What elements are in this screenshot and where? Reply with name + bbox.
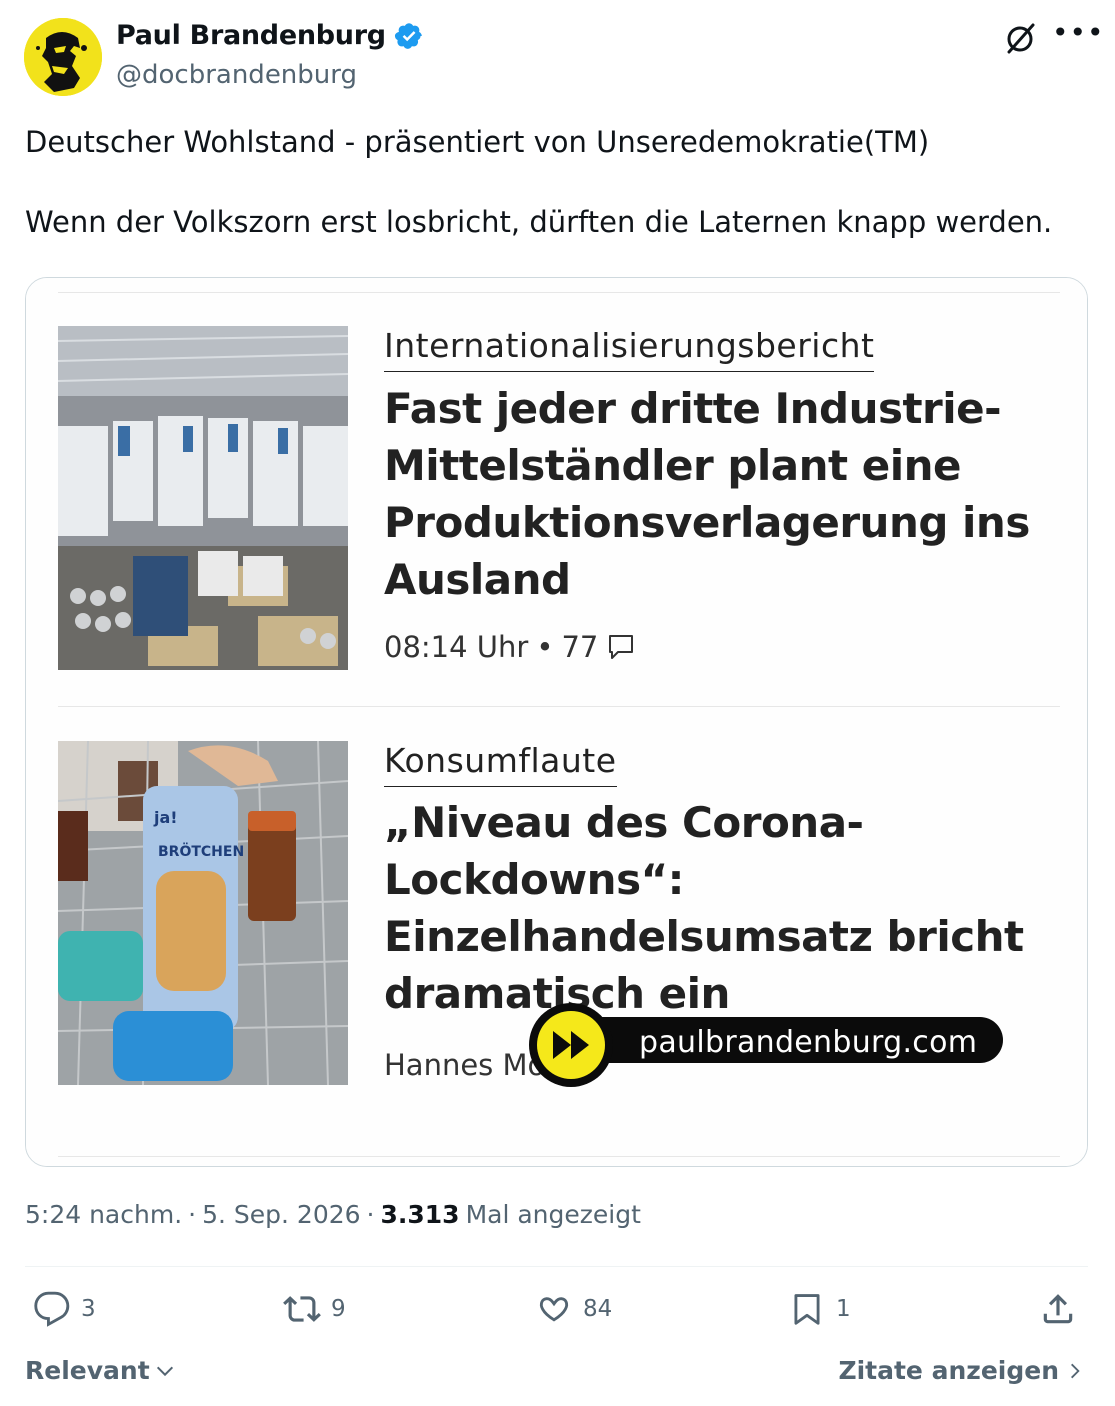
separator	[58, 706, 1060, 707]
article-headline: Fast jeder dritte Industrie-Mittelständl…	[384, 384, 1030, 604]
watermark: paulbrandenburg.com	[529, 1003, 1003, 1091]
svg-text:BRÖTCHEN: BRÖTCHEN	[158, 842, 244, 860]
tweet-date[interactable]: 5. Sep. 2026	[202, 1200, 360, 1229]
author-handle[interactable]: @docbrandenburg	[116, 60, 357, 90]
tweet-time[interactable]: 5:24 nachm.	[25, 1200, 182, 1229]
article-kicker: Internationalisierungsbericht	[384, 326, 875, 372]
media-image[interactable]: Internationalisierungsbericht Fast jeder…	[25, 277, 1088, 1167]
bookmark-count: 1	[836, 1296, 851, 1322]
more-icon[interactable]: •••	[1052, 19, 1104, 52]
view-label: Mal angezeigt	[465, 1200, 641, 1229]
article-headline: „Niveau des Corona-Lockdowns“: Einzelhan…	[384, 798, 1024, 1018]
tweet-text: Deutscher Wohlstand - präsentiert von Un…	[25, 125, 1053, 239]
verified-badge-icon[interactable]	[394, 21, 424, 51]
article-author: Hannes Mo	[384, 1048, 546, 1082]
article-meta: Hannes Mo	[384, 1048, 545, 1082]
heart-icon	[539, 1297, 569, 1322]
reply-button[interactable]: 3	[33, 1290, 96, 1328]
sort-dropdown[interactable]: Relevant	[25, 1356, 176, 1385]
share-button[interactable]	[1039, 1290, 1077, 1328]
view-quotes-link[interactable]: Zitate anzeigen	[838, 1356, 1085, 1385]
divider	[25, 1266, 1088, 1267]
repost-icon	[283, 1296, 321, 1322]
avatar-portrait-icon	[24, 18, 102, 96]
author-name[interactable]: Paul Brandenburg	[116, 20, 386, 51]
repost-count: 9	[331, 1296, 346, 1322]
watermark-text: paulbrandenburg.com	[639, 1025, 978, 1060]
svg-text:ja!: ja!	[153, 808, 178, 827]
comment-icon	[609, 635, 634, 659]
comment-count: 77	[561, 630, 599, 664]
bookmark-button[interactable]: 1	[788, 1290, 851, 1328]
chevron-right-icon	[1071, 1363, 1080, 1378]
action-bar: 3 9 84 1	[25, 1290, 1088, 1336]
share-icon	[1043, 1294, 1073, 1324]
bookmark-icon	[794, 1294, 820, 1325]
reply-count: 3	[81, 1296, 96, 1322]
shopping-cart-photo: BRÖTCHEN ja!	[58, 741, 348, 1085]
chevron-down-icon	[156, 1366, 173, 1376]
quotes-label: Zitate anzeigen	[838, 1356, 1059, 1385]
separator	[58, 292, 1060, 293]
article-kicker: Konsumflaute	[384, 741, 617, 787]
reply-icon	[34, 1291, 70, 1327]
grok-icon[interactable]	[1002, 20, 1038, 56]
view-count: 3.313	[380, 1200, 460, 1229]
like-button[interactable]: 84	[535, 1290, 612, 1328]
article-meta: 08:14 Uhr • 77	[384, 630, 636, 664]
article-screenshot: Internationalisierungsbericht Fast jeder…	[26, 278, 1087, 1166]
like-count: 84	[583, 1296, 613, 1322]
sort-label: Relevant	[25, 1356, 150, 1385]
fast-forward-logo-icon	[529, 1003, 613, 1087]
article-time: 08:14 Uhr	[384, 630, 529, 664]
repost-button[interactable]: 9	[283, 1290, 346, 1328]
avatar[interactable]	[24, 18, 102, 96]
tweet-timestamp: 5:24 nachm. · 5. Sep. 2026 · 3.313 Mal a…	[25, 1200, 641, 1229]
factory-photo	[58, 326, 348, 670]
separator	[58, 1156, 1060, 1157]
